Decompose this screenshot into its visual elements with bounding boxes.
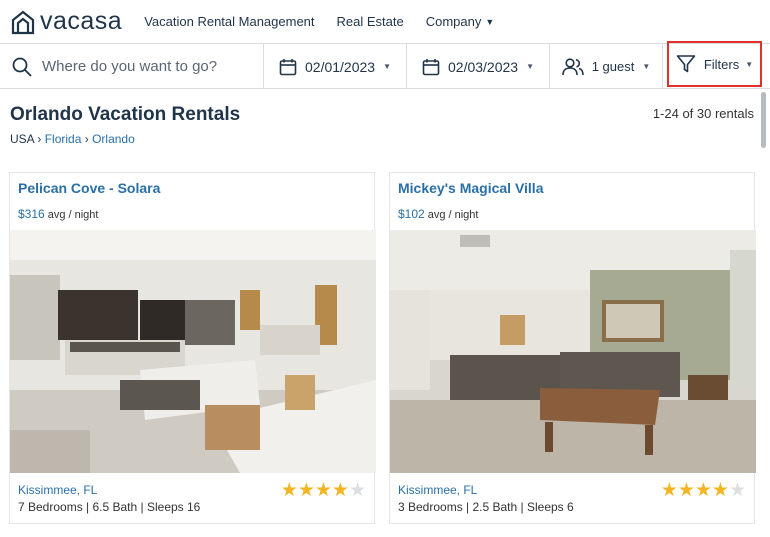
breadcrumb-florida[interactable]: Florida [45,132,82,146]
nav-vacation-rental-management[interactable]: Vacation Rental Management [144,14,314,29]
listing-price: $316 avg / night [18,207,98,221]
vacasa-logo[interactable]: vacasa [10,0,122,43]
filters-label: Filters [703,56,740,72]
caret-down-icon: ▼ [745,59,754,69]
listing-title[interactable]: Pelican Cove - Solara [18,180,160,196]
check-in-date[interactable]: 02/01/2023 ▼ [264,44,407,89]
search-icon [12,57,32,76]
star-icon: ★ [694,480,712,501]
scrollbar[interactable] [761,92,766,148]
nav-real-estate[interactable]: Real Estate [337,14,404,29]
star-icon: ★ [711,480,729,501]
price-unit: avg / night [47,209,99,221]
result-count: 1-24 of 30 rentals [652,106,754,121]
search-bar: 02/01/2023 ▼ 02/03/2023 ▼ 1 guest ▼ Filt… [0,41,770,89]
star-icon: ★ [280,480,298,501]
check-in-value: 02/01/2023 [305,58,376,75]
living-room-photo [10,230,376,473]
listing-price: $102 avg / night [398,207,478,221]
check-out-date[interactable]: 02/03/2023 ▼ [407,44,550,89]
listing-card[interactable]: Pelican Cove - Solara $316 avg / night Ki… [9,172,376,524]
star-rating: ★★★★★ [281,479,366,502]
caret-down-icon: ▼ [383,62,391,71]
breadcrumb-orlando[interactable]: Orlando [92,132,135,146]
star-icon: ★ [314,480,332,501]
price-value: $102 [398,207,425,221]
listing-photo[interactable] [10,230,376,473]
nav-company-label: Company [425,14,482,29]
listing-card[interactable]: Mickey's Magical Villa $102 avg / night K… [389,172,756,524]
star-icon: ★ [728,480,746,501]
caret-down-icon: ▼ [485,16,495,27]
top-navigation: vacasa Vacation Rental Management Real E… [0,0,770,43]
listing-location[interactable]: Kissimmee, FL [18,483,97,497]
filter-icon [676,55,696,73]
location-search[interactable] [0,44,264,89]
listing-title[interactable]: Mickey's Magical Villa [398,180,543,196]
calendar-icon [279,58,297,75]
star-icon: ★ [331,480,349,501]
listing-photo[interactable] [390,230,756,473]
breadcrumb-separator: › [37,132,45,146]
breadcrumb-usa: USA [10,132,35,146]
living-room-photo [390,230,756,473]
calendar-icon [422,58,440,75]
users-icon [561,57,584,75]
price-value: $316 [18,207,45,221]
listing-details: 3 Bedrooms | 2.5 Bath | Sleeps 6 [398,500,574,514]
star-icon: ★ [677,480,695,501]
star-icon: ★ [660,480,678,501]
nav-company[interactable]: Company ▼ [426,14,495,29]
star-icon: ★ [297,480,315,501]
filters-button[interactable]: Filters ▼ [667,41,762,87]
listing-details: 7 Bedrooms | 6.5 Bath | Sleeps 16 [18,500,201,514]
breadcrumb: USA › Florida › Orlando [10,132,760,146]
home-logo-icon [11,10,35,34]
caret-down-icon: ▼ [642,62,651,71]
listing-location[interactable]: Kissimmee, FL [398,483,477,497]
brand-name: vacasa [40,7,123,35]
price-unit: avg / night [427,209,479,221]
star-icon: ★ [348,480,366,501]
guest-count: 1 guest [591,59,635,74]
star-rating: ★★★★★ [661,479,746,502]
caret-down-icon: ▼ [526,62,534,71]
results-header: Orlando Vacation Rentals 1-24 of 30 rent… [10,104,760,146]
guest-selector[interactable]: 1 guest ▼ [550,44,663,89]
check-out-value: 02/03/2023 [448,58,519,75]
search-input[interactable] [42,58,242,75]
breadcrumb-separator: › [84,132,93,146]
page-title: Orlando Vacation Rentals [10,104,241,125]
